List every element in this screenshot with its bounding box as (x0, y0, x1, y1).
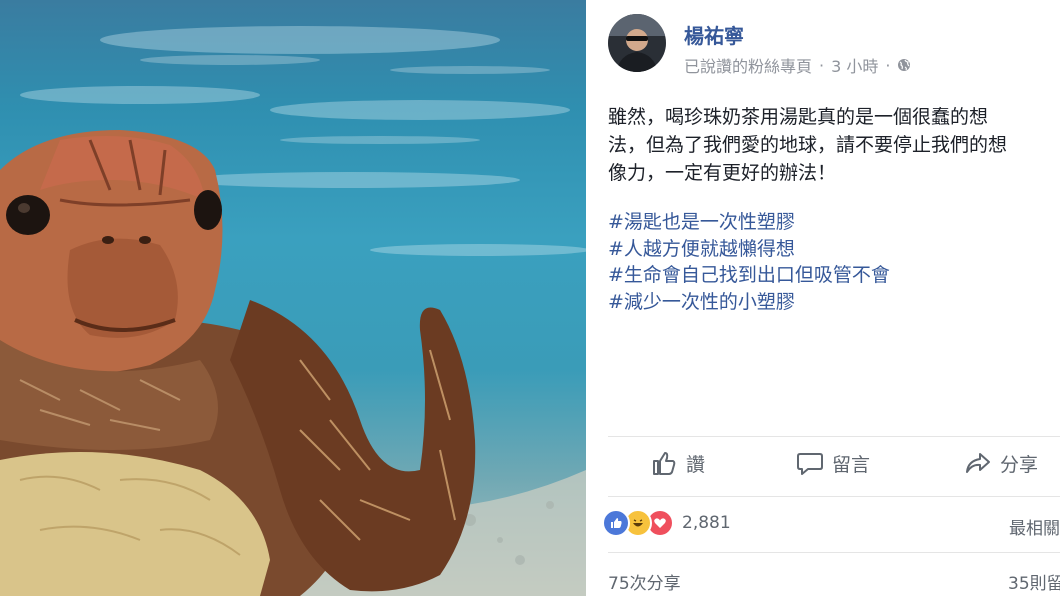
hashtag-link[interactable]: #減少一次性的小塑膠 (608, 289, 890, 316)
divider (608, 552, 1060, 553)
hashtag-list: #湯匙也是一次性塑膠 #人越方便就越懶得想 #生命會自己找到出口但吸管不會 #減… (608, 209, 890, 315)
globe-icon[interactable] (897, 58, 911, 72)
share-label: 分享 (1000, 453, 1039, 476)
comment-icon (797, 453, 823, 475)
post-meta: 已說讚的粉絲專頁 · 3 小時 · (684, 53, 911, 77)
post-photo[interactable] (0, 0, 586, 596)
share-count[interactable]: 75次分享 (608, 569, 681, 594)
hashtag-link[interactable]: #湯匙也是一次性塑膠 (608, 209, 890, 236)
author-avatar[interactable] (608, 14, 666, 72)
like-label: 讚 (686, 453, 706, 476)
comment-label: 留言 (832, 453, 871, 476)
comment-button[interactable]: 留言 (796, 449, 870, 477)
share-icon (966, 453, 990, 473)
post-timestamp[interactable]: 3 小時 (831, 53, 878, 77)
divider (608, 496, 1060, 497)
like-button[interactable]: 讚 (650, 449, 705, 477)
share-button[interactable]: 分享 (964, 449, 1038, 477)
separator-dot: · (819, 55, 825, 75)
divider (608, 436, 1060, 437)
separator-dot: · (885, 55, 891, 75)
post-body-text: 雖然，喝珍珠奶茶用湯匙真的是一個很蠢的想 法，但為了我們愛的地球，請不要停止我們… (608, 106, 1008, 184)
like-reaction-icon (602, 509, 630, 537)
most-relevant-filter[interactable]: 最相關 (1009, 514, 1060, 539)
page-liked-label[interactable]: 已說讚的粉絲專頁 (684, 53, 812, 77)
sea-turtle-photo (0, 26, 586, 596)
hashtag-link[interactable]: #人越方便就越懶得想 (608, 236, 890, 263)
comment-count[interactable]: 35則留言 (1008, 569, 1060, 594)
hashtag-link[interactable]: #生命會自己找到出口但吸管不會 (608, 262, 890, 289)
thumbs-up-icon (653, 452, 676, 475)
post-panel: 楊祐寧 已說讚的粉絲專頁 · 3 小時 · 雖然，喝珍珠奶茶用湯匙真的是一個很蠢… (586, 0, 1060, 596)
avatar-image (608, 14, 666, 72)
author-name[interactable]: 楊祐寧 (684, 20, 744, 49)
reaction-count: 2,881 (682, 513, 731, 533)
reactions-summary[interactable]: 2,881 (602, 509, 731, 537)
